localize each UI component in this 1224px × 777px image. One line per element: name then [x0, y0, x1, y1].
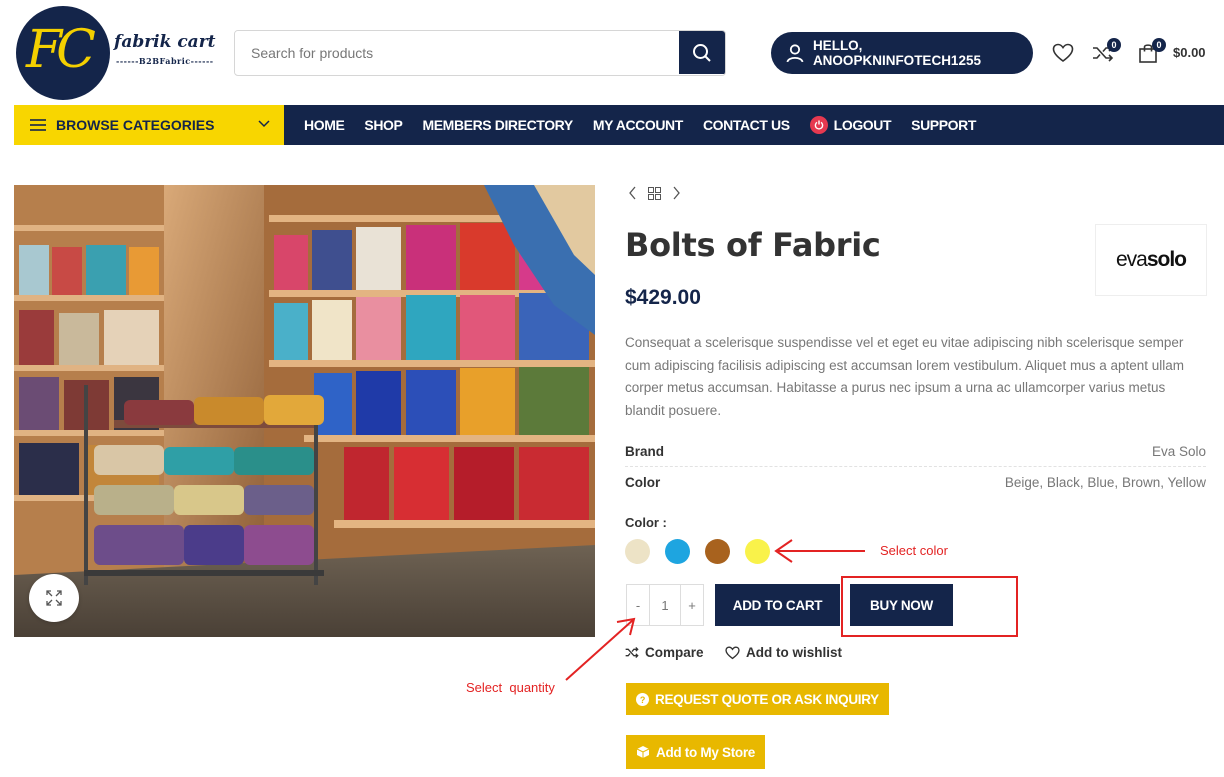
browse-categories-label: BROWSE CATEGORIES [56, 117, 215, 133]
product-price: $429.00 [625, 286, 701, 309]
attribute-key: Color [625, 474, 661, 490]
product-description: Consequat a scelerisque suspendisse vel … [625, 335, 1185, 418]
compare-count-badge: 0 [1107, 38, 1121, 52]
select-quantity-annotation: Select quantity [466, 680, 555, 695]
heart-icon [1052, 43, 1074, 62]
nav-item-shop[interactable]: SHOP [364, 117, 402, 133]
nav-item-logout[interactable]: LOGOUT [809, 116, 892, 134]
add-to-my-store-button[interactable]: Add to My Store [626, 735, 765, 769]
color-swatch-blue[interactable] [665, 539, 690, 564]
nav-item-members-directory[interactable]: MEMBERS DIRECTORY [422, 117, 573, 133]
browse-categories-button[interactable]: BROWSE CATEGORIES [14, 105, 284, 145]
cart-total[interactable]: $0.00 [1173, 45, 1206, 60]
chevron-left-icon[interactable] [628, 186, 638, 200]
cart-count-badge: 0 [1152, 38, 1166, 52]
product-image[interactable] [14, 185, 595, 637]
add-to-cart-button[interactable]: ADD TO CART [715, 584, 840, 626]
request-quote-label: REQUEST QUOTE OR ASK INQUIRY [655, 691, 879, 707]
product-navigation [628, 186, 681, 200]
question-circle-icon: ? [636, 692, 649, 706]
attribute-key: Brand [625, 443, 665, 459]
logout-label: LOGOUT [833, 117, 892, 133]
quantity-stepper: - 1 + [626, 584, 704, 626]
search-bar [234, 30, 726, 76]
select-color-annotation: Select color [880, 543, 948, 558]
shuffle-icon [625, 646, 639, 659]
grid-icon[interactable] [648, 186, 661, 200]
color-swatch-brown[interactable] [705, 539, 730, 564]
compare-label: Compare [645, 645, 704, 660]
nav-item-my-account[interactable]: MY ACCOUNT [593, 117, 684, 133]
color-swatch-yellow[interactable] [745, 539, 770, 564]
quantity-input[interactable]: 1 [649, 585, 681, 625]
color-selector-label: Color : [625, 515, 667, 530]
chevron-right-icon[interactable] [671, 186, 681, 200]
quantity-increase-button[interactable]: + [681, 585, 703, 625]
brand-logo-light: eva [1115, 248, 1148, 271]
brand-logo[interactable]: eva solo [1095, 224, 1207, 296]
nav-item-contact-us[interactable]: CONTACT US [703, 117, 790, 133]
buy-now-highlight-box [841, 576, 1018, 637]
power-icon [809, 116, 828, 134]
add-to-wishlist-link[interactable]: Add to wishlist [725, 645, 842, 660]
brand-logo-bold: solo [1146, 248, 1187, 271]
account-greeting: HELLO, ANOOPKNINFOTECH1255 [812, 38, 981, 68]
search-icon [693, 43, 711, 62]
logo-tagline: ------B2BFabric------ [116, 56, 214, 66]
logo-name[interactable]: fabrik cart [114, 32, 216, 52]
search-button[interactable] [679, 31, 725, 74]
product-title: Bolts of Fabric [625, 226, 881, 264]
site-logo[interactable]: FC [16, 6, 110, 100]
search-input[interactable] [235, 31, 681, 74]
attribute-value: Beige, Black, Blue, Brown, Yellow [1004, 474, 1206, 490]
hamburger-icon [30, 119, 46, 131]
site-header: FC fabrik cart ------B2BFabric------ HEL… [0, 0, 1224, 105]
nav-menu: HOME SHOP MEMBERS DIRECTORY MY ACCOUNT C… [304, 105, 976, 145]
add-to-my-store-label: Add to My Store [656, 744, 755, 760]
add-to-wishlist-label: Add to wishlist [746, 645, 842, 660]
request-quote-button[interactable]: ? REQUEST QUOTE OR ASK INQUIRY [626, 683, 889, 715]
quantity-decrease-button[interactable]: - [627, 585, 649, 625]
svg-text:?: ? [640, 695, 645, 705]
color-swatch-beige[interactable] [625, 539, 650, 564]
account-button[interactable]: HELLO, ANOOPKNINFOTECH1255 [771, 32, 1033, 74]
logo-initials: FC [26, 20, 96, 80]
attribute-row-brand: Brand Eva Solo [625, 436, 1206, 466]
nav-item-home[interactable]: HOME [304, 117, 345, 133]
cube-icon [636, 746, 650, 758]
expand-icon [46, 590, 62, 606]
user-icon [786, 44, 804, 63]
nav-item-support[interactable]: SUPPORT [911, 117, 976, 133]
attribute-value: Eva Solo [1151, 443, 1206, 459]
heart-icon [725, 646, 740, 659]
wishlist-button[interactable] [1051, 41, 1075, 65]
chevron-down-icon [258, 120, 270, 128]
main-navigation: BROWSE CATEGORIES HOME SHOP MEMBERS DIRE… [14, 105, 1224, 145]
compare-link[interactable]: Compare [625, 645, 704, 660]
attribute-row-color: Color Beige, Black, Blue, Brown, Yellow [625, 467, 1206, 497]
zoom-button[interactable] [29, 574, 79, 622]
